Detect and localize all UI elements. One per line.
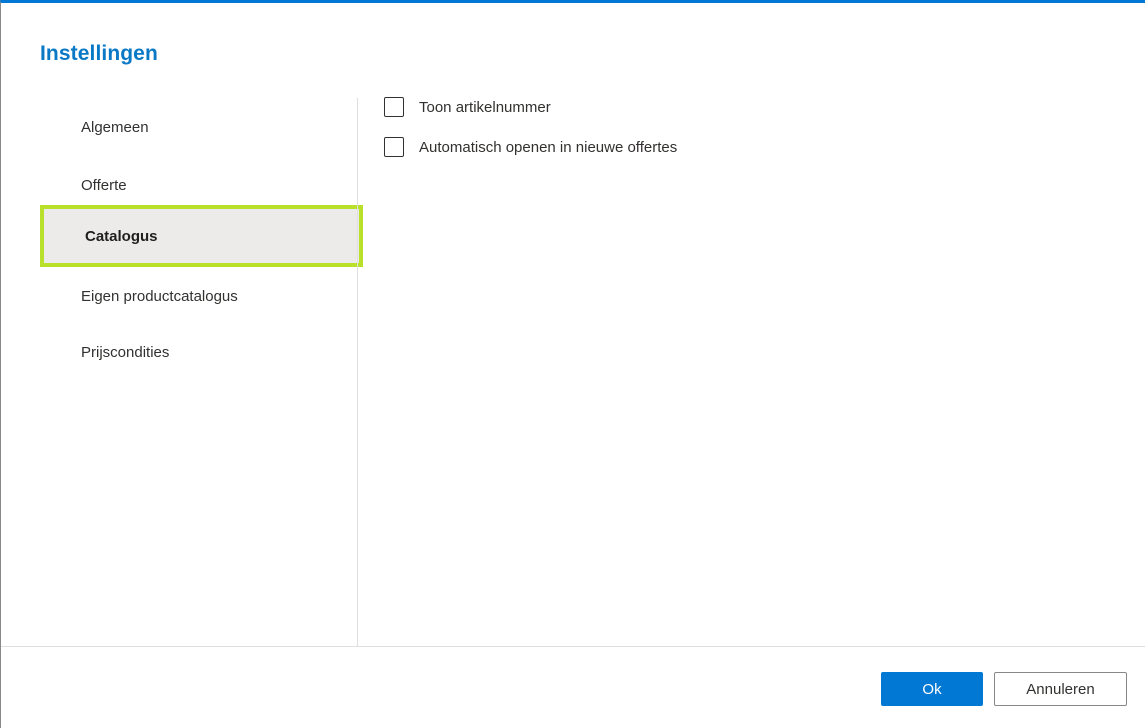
nav-item-label: Eigen productcatalogus — [81, 287, 238, 305]
nav-item-catalogus[interactable]: Catalogus — [40, 205, 363, 267]
nav-item-algemeen[interactable]: Algemeen — [1, 98, 357, 156]
ok-button[interactable]: Ok — [881, 672, 983, 706]
option-automatisch-openen[interactable]: Automatisch openen in nieuwe offertes — [384, 137, 677, 157]
checkbox-automatisch-openen[interactable] — [384, 137, 404, 157]
nav-item-eigen-productcatalogus[interactable]: Eigen productcatalogus — [1, 267, 357, 325]
option-label: Automatisch openen in nieuwe offertes — [419, 138, 678, 156]
nav-item-label: Prijscondities — [81, 343, 170, 361]
nav-item-prijscondities[interactable]: Prijscondities — [1, 323, 357, 381]
vertical-divider — [357, 98, 358, 646]
nav-item-label: Offerte — [81, 176, 127, 194]
dialog-title: Instellingen — [40, 42, 158, 65]
nav-item-label: Catalogus — [85, 227, 158, 245]
nav-item-label: Algemeen — [81, 118, 149, 136]
option-label: Toon artikelnummer — [419, 98, 551, 116]
footer-divider — [1, 646, 1145, 647]
option-toon-artikelnummer[interactable]: Toon artikelnummer — [384, 97, 551, 117]
cancel-button[interactable]: Annuleren — [994, 672, 1127, 706]
checkbox-toon-artikelnummer[interactable] — [384, 97, 404, 117]
settings-dialog: Instellingen Algemeen Offerte Catalogus … — [0, 0, 1145, 728]
